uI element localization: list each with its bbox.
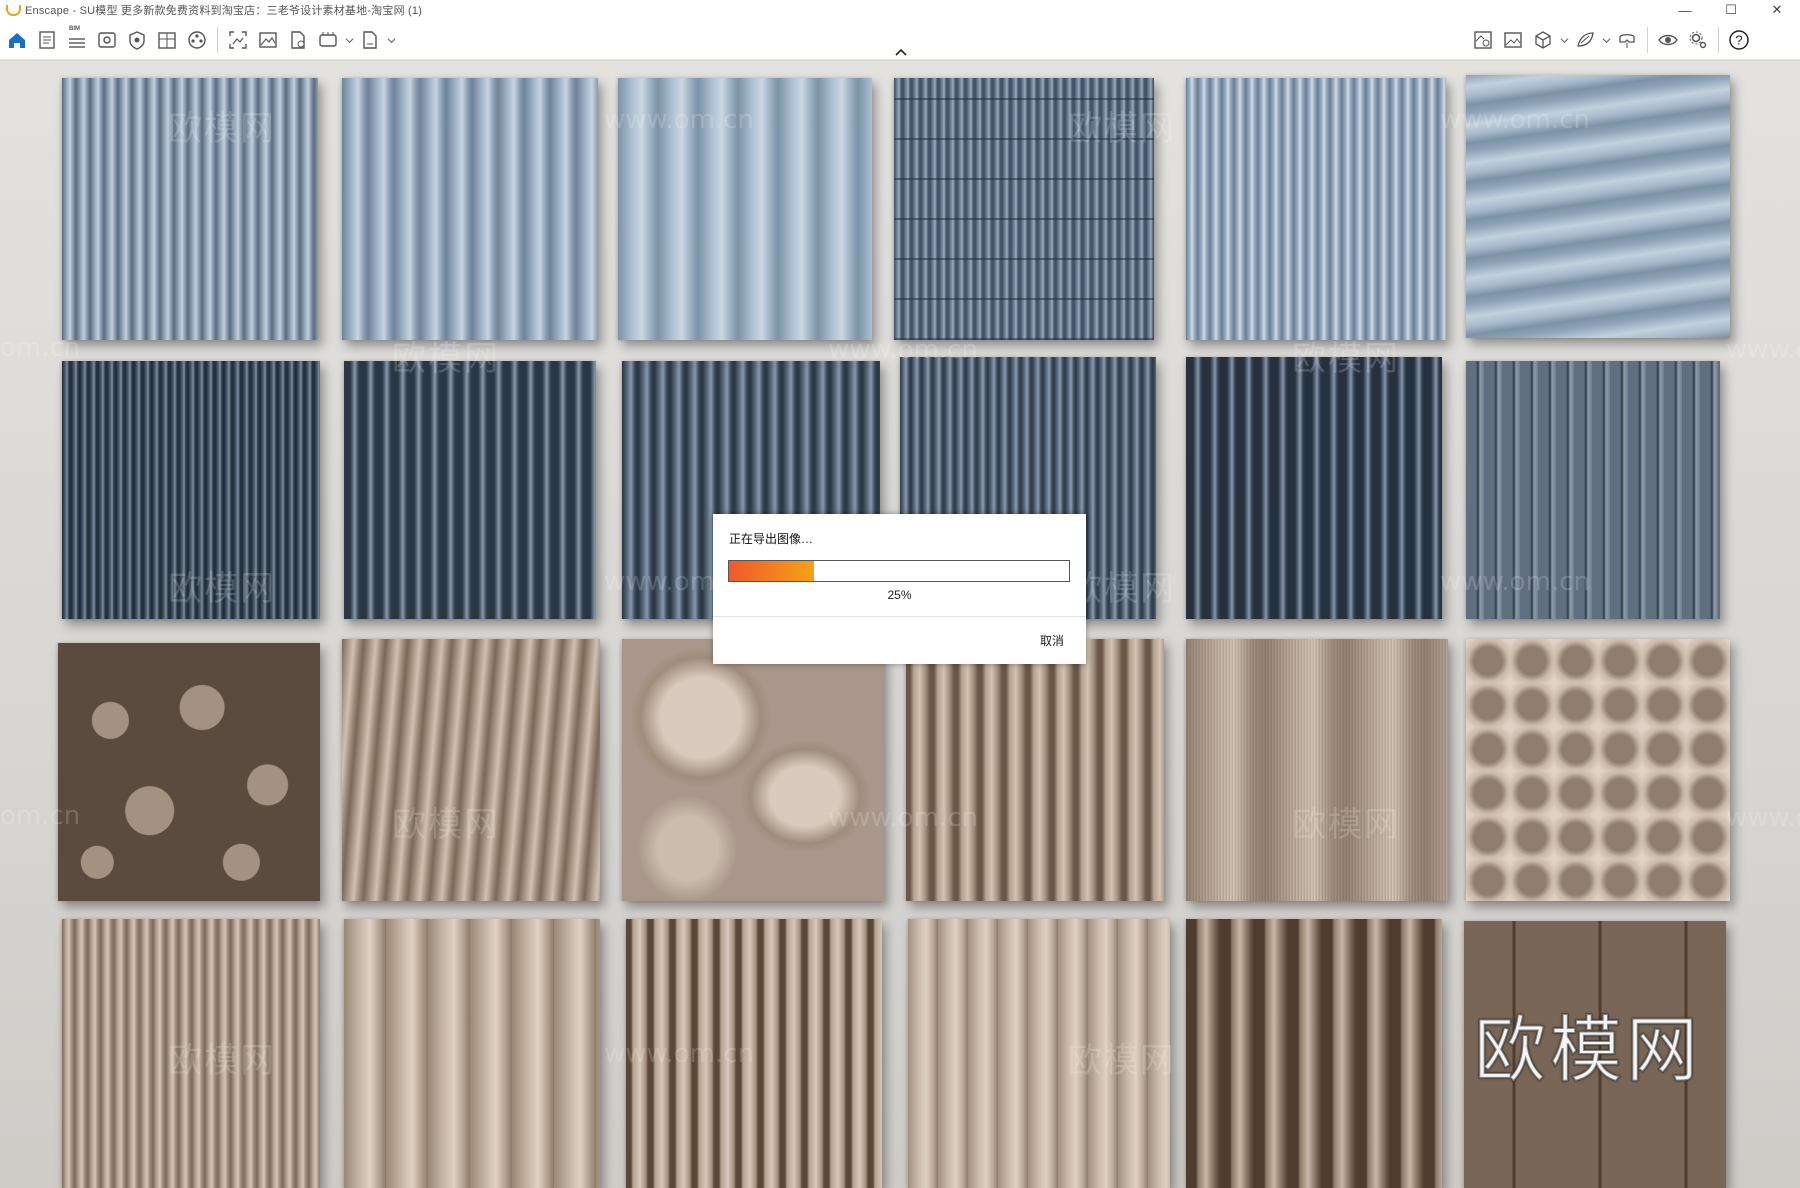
material-icon bbox=[1577, 32, 1594, 47]
wall-panel bbox=[622, 639, 884, 901]
watermark-url-fragment: www.o bbox=[1726, 335, 1800, 365]
toolbar-separator bbox=[217, 27, 218, 53]
export-progress-dialog: 正在导出图像… 25% 取消 bbox=[713, 514, 1086, 664]
wall-panel bbox=[62, 78, 318, 340]
material-dropdown[interactable] bbox=[1600, 25, 1612, 55]
capture-icon bbox=[129, 31, 145, 50]
settings-icon bbox=[1689, 31, 1707, 49]
progress-percent-label: 25% bbox=[887, 588, 912, 602]
bim-label: BIM bbox=[69, 26, 80, 32]
document-icon bbox=[39, 31, 55, 49]
close-button[interactable]: ✕ bbox=[1754, 0, 1800, 20]
wall-panel bbox=[1464, 921, 1726, 1188]
wall-panel bbox=[908, 919, 1170, 1188]
panorama-button[interactable] bbox=[313, 25, 343, 55]
cube-button[interactable] bbox=[1528, 25, 1558, 55]
bim-button[interactable]: BIM bbox=[62, 25, 92, 55]
wall-panel bbox=[62, 361, 320, 619]
video-icon bbox=[188, 31, 206, 49]
window-controls: — ☐ ✕ bbox=[1662, 0, 1800, 20]
help-button[interactable]: ? bbox=[1724, 25, 1754, 55]
chevron-down-icon bbox=[1602, 37, 1610, 43]
toolbar-right-group: ? bbox=[1468, 20, 1754, 60]
gallery-icon bbox=[1504, 32, 1522, 48]
enscape-logo-icon bbox=[5, 3, 21, 17]
image-button[interactable] bbox=[253, 25, 283, 55]
wall-panel bbox=[344, 919, 600, 1188]
file-export-dropdown[interactable] bbox=[385, 25, 397, 55]
cube-dropdown[interactable] bbox=[1558, 25, 1570, 55]
video-button[interactable] bbox=[182, 25, 212, 55]
settings-button[interactable] bbox=[1683, 25, 1713, 55]
bim-icon bbox=[69, 38, 85, 48]
wall-panel bbox=[58, 643, 320, 901]
panorama-icon bbox=[319, 32, 337, 47]
file-export-button[interactable] bbox=[355, 25, 385, 55]
image-icon bbox=[259, 32, 277, 48]
split-icon bbox=[158, 32, 176, 49]
chevron-up-icon bbox=[895, 48, 907, 56]
toolbar-separator bbox=[1718, 27, 1719, 53]
wall-panel bbox=[1466, 639, 1730, 901]
wall-panel bbox=[342, 639, 600, 901]
wall-panel bbox=[1186, 639, 1448, 901]
vr-headset-button[interactable] bbox=[1612, 25, 1642, 55]
enscape-window: Enscape - SU模型 更多新款免费资料到淘宝店：三老爷设计素材基地-淘宝… bbox=[0, 0, 1800, 1188]
help-label: ? bbox=[1735, 33, 1742, 48]
cube-icon bbox=[1535, 31, 1551, 49]
chevron-down-icon bbox=[387, 37, 395, 43]
chevron-down-icon bbox=[1560, 37, 1568, 43]
wall-panel bbox=[342, 78, 598, 340]
eye-button[interactable] bbox=[1653, 25, 1683, 55]
wall-panel bbox=[626, 919, 882, 1188]
vr-headset-icon bbox=[1619, 34, 1635, 48]
split-view-button[interactable] bbox=[152, 25, 182, 55]
gallery-button[interactable] bbox=[1498, 25, 1528, 55]
watermark-url-fragment: www.o bbox=[1726, 803, 1800, 833]
wall-panel bbox=[906, 639, 1164, 901]
wall-panel bbox=[1466, 361, 1720, 619]
minimize-button[interactable]: — bbox=[1662, 0, 1708, 20]
view-button[interactable] bbox=[92, 25, 122, 55]
panorama-dropdown[interactable] bbox=[343, 25, 355, 55]
progress-bar-fill bbox=[729, 561, 814, 581]
export-progress-message: 正在导出图像… bbox=[729, 532, 814, 546]
dialog-divider bbox=[713, 616, 1086, 617]
file-export-icon bbox=[363, 31, 377, 49]
export-icon bbox=[291, 31, 305, 49]
wall-panel bbox=[344, 361, 596, 619]
capture-button[interactable] bbox=[122, 25, 152, 55]
eye-icon bbox=[1658, 34, 1678, 46]
wall-panel bbox=[618, 78, 872, 340]
screenshot-icon bbox=[229, 31, 247, 49]
help-icon: ? bbox=[1729, 30, 1749, 50]
asset-library-icon bbox=[1474, 31, 1492, 49]
wall-panel bbox=[1186, 919, 1442, 1188]
home-icon bbox=[9, 33, 25, 48]
home-button[interactable] bbox=[2, 25, 32, 55]
window-title: Enscape - SU模型 更多新款免费资料到淘宝店：三老爷设计素材基地-淘宝… bbox=[25, 5, 423, 17]
material-button[interactable] bbox=[1570, 25, 1600, 55]
wall-panel bbox=[1186, 78, 1446, 340]
document-button[interactable] bbox=[32, 25, 62, 55]
wall-panel bbox=[1186, 357, 1442, 619]
progress-bar bbox=[728, 560, 1070, 582]
toolbar-collapse-toggle[interactable] bbox=[890, 45, 912, 59]
chevron-down-icon bbox=[345, 37, 353, 43]
view-icon bbox=[98, 32, 116, 48]
cancel-button[interactable]: 取消 bbox=[1040, 632, 1064, 649]
toolbar-left-group: BIM bbox=[2, 20, 397, 60]
wall-panel bbox=[894, 78, 1154, 340]
maximize-button[interactable]: ☐ bbox=[1708, 0, 1754, 20]
export-button[interactable] bbox=[283, 25, 313, 55]
wall-panel bbox=[62, 919, 320, 1188]
asset-library-button[interactable] bbox=[1468, 25, 1498, 55]
wall-panel bbox=[1466, 75, 1730, 338]
title-bar: Enscape - SU模型 更多新款免费资料到淘宝店：三老爷设计素材基地-淘宝… bbox=[0, 0, 1800, 20]
screenshot-button[interactable] bbox=[223, 25, 253, 55]
toolbar-separator bbox=[1647, 27, 1648, 53]
